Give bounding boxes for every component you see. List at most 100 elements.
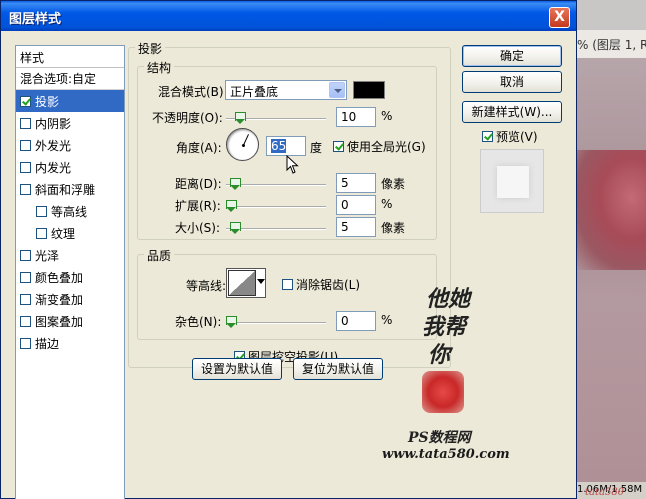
make-default-button[interactable]: 设置为默认值 [192,358,282,380]
structure-group: 结构 混合模式(B): 正片叠底 不透明度(O): 10 % 角度(A): 65… [137,59,437,240]
style-enable-checkbox[interactable] [20,337,31,349]
style-enable-checkbox[interactable] [20,293,31,305]
opacity-unit: % [381,109,393,123]
anti-alias-label: 消除锯齿(L) [296,278,361,292]
distance-slider[interactable] [226,177,326,193]
close-icon: X [554,9,565,25]
style-enable-checkbox[interactable] [20,139,31,151]
size-unit: 像素 [381,221,406,235]
noise-slider[interactable] [226,315,326,331]
contour-picker[interactable] [226,268,266,298]
spread-slider-thumb[interactable] [226,200,237,213]
angle-dial[interactable] [226,128,259,161]
spread-input[interactable]: 0 [336,195,376,215]
style-list-item-label: 颜色叠加 [35,270,84,285]
quality-group: 品质 等高线: 消除锯齿(L) 杂色(N): 0 % [137,247,437,340]
style-list-item[interactable]: 光泽 [16,244,124,266]
distance-unit: 像素 [381,177,406,191]
chevron-down-icon [329,82,345,98]
anti-alias-checkbox[interactable]: 消除锯齿(L) [282,276,360,293]
opacity-slider[interactable] [226,111,326,127]
style-enable-checkbox[interactable] [20,183,31,195]
drop-shadow-group-title: 投影 [135,40,166,57]
photo-lips [575,150,646,270]
distance-input[interactable]: 5 [336,173,376,193]
opacity-slider-thumb[interactable] [235,112,247,125]
style-enable-checkbox[interactable] [20,117,31,129]
preview-checkbox[interactable]: 预览(V) [482,128,538,145]
style-list-item[interactable]: 颜色叠加 [16,266,124,288]
blend-mode-value: 正片叠底 [230,85,279,99]
style-list-item-label: 内阴影 [35,116,72,131]
style-list-item-label: 混合选项:自定 [20,72,97,86]
style-preview-sample [497,166,529,198]
style-list-item[interactable]: 渐变叠加 [16,288,124,310]
style-list-item[interactable]: 等高线 [16,200,124,222]
blend-mode-label: 混合模式(B): [158,85,228,99]
style-enable-checkbox[interactable] [20,271,31,283]
noise-slider-track [226,322,326,324]
style-list-item-label: 外发光 [35,138,72,153]
style-enable-checkbox[interactable] [20,249,31,261]
style-list-item[interactable]: 斜面和浮雕 [16,178,124,200]
style-enable-checkbox[interactable] [20,95,31,107]
style-list-item[interactable]: 投影 [16,90,124,112]
size-slider-thumb[interactable] [230,222,241,235]
mouse-cursor-icon [286,155,299,174]
preview-check-icon [482,131,493,142]
distance-slider-thumb[interactable] [230,178,241,191]
angle-dial-center [242,144,245,147]
global-light-checkbox[interactable]: 使用全局光(G) [333,138,426,155]
angle-label: 角度(A): [176,141,222,155]
style-enable-checkbox[interactable] [36,227,47,239]
spread-unit: % [381,197,393,211]
global-light-check-icon [333,141,344,152]
angle-value: 65 [271,139,287,153]
style-list-item-label: 图案叠加 [35,314,84,329]
contour-thumbnail [228,270,256,296]
new-style-button[interactable]: 新建样式(W)... [462,101,562,123]
title-bar[interactable]: 图层样式 X [1,1,576,31]
chevron-down-icon [257,279,265,284]
noise-input[interactable]: 0 [336,311,376,331]
watermark-seal [422,371,464,413]
cancel-button[interactable]: 取消 [462,71,562,93]
size-slider[interactable] [226,221,326,237]
layer-style-dialog: 图层样式 X 样式 混合选项:自定 投影 内阴影 外发光 内发光 斜面和浮雕 等高线 纹理 光泽… [0,0,577,499]
watermark-bottom: tata580 [585,487,625,498]
style-enable-checkbox[interactable] [36,205,47,217]
opacity-label: 不透明度(O): [152,111,223,125]
style-list-item[interactable]: 内发光 [16,156,124,178]
watermark-site-name: PS数程网 [408,430,471,446]
blend-mode-select[interactable]: 正片叠底 [225,80,347,100]
ok-button[interactable]: 确定 [462,45,562,67]
style-enable-checkbox[interactable] [20,315,31,327]
style-list: 样式 混合选项:自定 投影 内阴影 外发光 内发光 斜面和浮雕 等高线 纹理 光泽 颜色叠加 渐变叠… [15,45,125,499]
preview-label: 预览(V) [496,130,538,144]
spread-slider[interactable] [226,199,326,215]
noise-slider-thumb[interactable] [226,316,237,329]
style-list-item[interactable]: 描边 [16,332,124,354]
noise-label: 杂色(N): [175,315,222,329]
shadow-color-swatch[interactable] [353,81,385,99]
style-list-item[interactable]: 图案叠加 [16,310,124,332]
style-list-item[interactable]: 混合选项:自定 [16,68,124,90]
distance-slider-track [226,184,326,186]
close-button[interactable]: X [549,7,570,28]
style-enable-checkbox[interactable] [20,161,31,173]
style-list-item-label: 等高线 [51,204,88,219]
size-input[interactable]: 5 [336,217,376,237]
style-list-item[interactable]: 纹理 [16,222,124,244]
structure-title: 结构 [144,59,175,76]
size-label: 大小(S): [175,221,221,235]
style-list-item[interactable]: 外发光 [16,134,124,156]
angle-input[interactable]: 65 [266,136,306,156]
spread-slider-track [226,206,326,208]
quality-title: 品质 [144,247,175,264]
watermark-line3: 你 [428,342,451,368]
spread-label: 扩展(R): [175,199,221,213]
reset-default-button[interactable]: 复位为默认值 [293,358,383,380]
style-list-item[interactable]: 内阴影 [16,112,124,134]
dialog-title: 图层样式 [9,12,62,27]
opacity-input[interactable]: 10 [336,107,376,127]
